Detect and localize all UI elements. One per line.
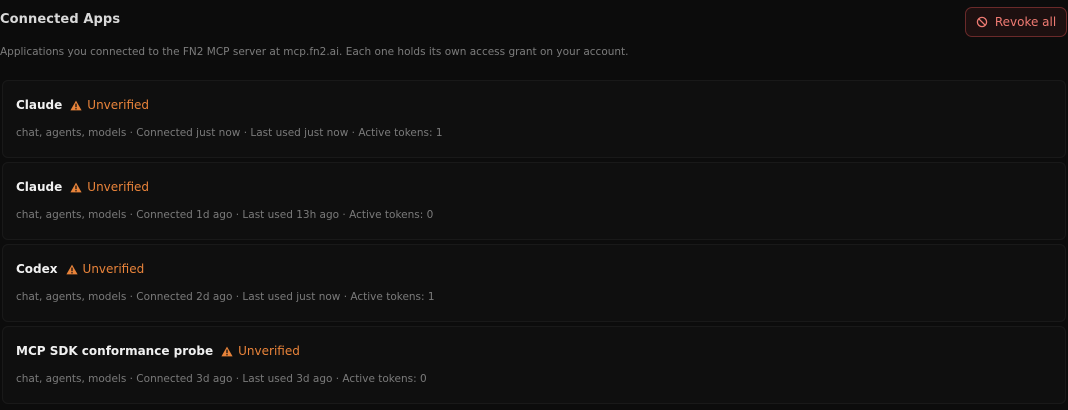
page-description: Applications you connected to the FN2 MC… bbox=[0, 46, 629, 58]
app-meta: chat, agents, models · Connected 1d ago … bbox=[16, 209, 434, 221]
app-title-row: MCP SDK conformance probe Unverified bbox=[16, 344, 300, 358]
app-name: Codex bbox=[16, 262, 58, 276]
app-card-claude-2[interactable]: Claude Unverified chat, agents, models ·… bbox=[2, 162, 1066, 240]
app-name: Claude bbox=[16, 180, 63, 194]
app-meta: chat, agents, models · Connected 2d ago … bbox=[16, 291, 435, 303]
page-header: Connected Apps Applications you connecte… bbox=[0, 0, 1068, 80]
app-meta: chat, agents, models · Connected just no… bbox=[16, 127, 443, 139]
unverified-badge: Unverified bbox=[65, 262, 145, 276]
app-title-row: Claude Unverified bbox=[16, 180, 149, 194]
connected-apps-page: Connected Apps Applications you connecte… bbox=[0, 0, 1068, 410]
unverified-badge: Unverified bbox=[70, 180, 149, 194]
badge-label: Unverified bbox=[87, 180, 149, 194]
app-card-mcp-sdk-conformance-probe[interactable]: MCP SDK conformance probe Unverified cha… bbox=[2, 326, 1066, 404]
unverified-badge: Unverified bbox=[70, 98, 149, 112]
unverified-badge: Unverified bbox=[221, 344, 300, 358]
revoke-all-button[interactable]: Revoke all bbox=[965, 7, 1067, 37]
app-name: MCP SDK conformance probe bbox=[16, 344, 214, 358]
page-title: Connected Apps bbox=[0, 12, 121, 27]
badge-label: Unverified bbox=[238, 344, 300, 358]
app-card-claude-1[interactable]: Claude Unverified chat, agents, models ·… bbox=[2, 80, 1066, 158]
connected-apps-list: Claude Unverified chat, agents, models ·… bbox=[2, 80, 1066, 408]
warning-icon bbox=[65, 264, 78, 275]
warning-icon bbox=[221, 346, 233, 357]
app-title-row: Codex Unverified bbox=[16, 262, 144, 276]
warning-icon bbox=[70, 100, 82, 111]
app-name: Claude bbox=[16, 98, 63, 112]
app-title-row: Claude Unverified bbox=[16, 98, 149, 112]
app-card-codex[interactable]: Codex Unverified chat, agents, models · … bbox=[2, 244, 1066, 322]
badge-label: Unverified bbox=[82, 262, 145, 276]
app-meta: chat, agents, models · Connected 3d ago … bbox=[16, 373, 427, 385]
badge-label: Unverified bbox=[87, 98, 149, 112]
warning-icon bbox=[70, 182, 82, 193]
ban-icon bbox=[976, 16, 988, 28]
revoke-all-label: Revoke all bbox=[994, 15, 1057, 29]
